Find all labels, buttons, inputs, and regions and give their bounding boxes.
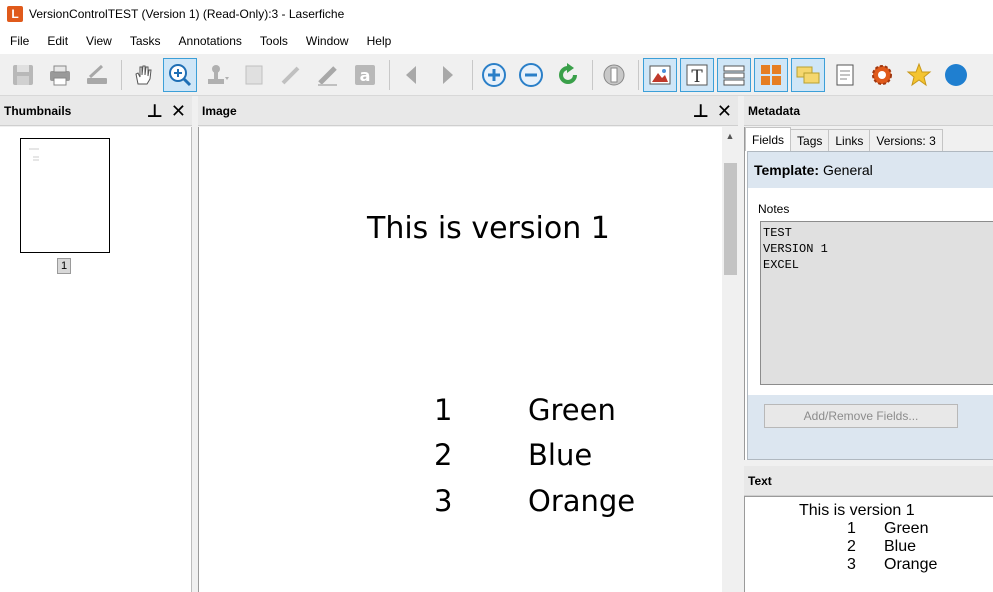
metadata-pane: Fields Tags Links Versions: 3 Template: … bbox=[744, 127, 993, 460]
text-row-label: Blue bbox=[884, 538, 917, 555]
text-row-number: 3 bbox=[847, 556, 856, 573]
tab-fields[interactable]: Fields bbox=[745, 127, 792, 151]
thumbnail-view-icon[interactable] bbox=[597, 58, 631, 92]
toolbar-separator bbox=[472, 59, 473, 90]
toolbar-separator bbox=[389, 59, 390, 90]
sticky-note-icon[interactable] bbox=[237, 58, 271, 92]
metadata-pane-icon[interactable] bbox=[717, 57, 751, 92]
scrollbar-thumb[interactable] bbox=[724, 163, 737, 275]
thumbnails-header: Thumbnails ⊥ ✕ bbox=[0, 96, 192, 126]
thumbnails-title: Thumbnails bbox=[4, 103, 72, 118]
stamp-icon[interactable] bbox=[200, 58, 234, 92]
pan-hand-icon[interactable] bbox=[126, 58, 160, 92]
scanner-icon[interactable] bbox=[80, 58, 114, 92]
menu-annotations[interactable]: Annotations bbox=[170, 28, 251, 54]
document-row-label: Blue bbox=[528, 438, 593, 472]
pin-icon[interactable]: ⊥ bbox=[692, 101, 708, 121]
thumbnail-page-number: 1 bbox=[57, 258, 71, 274]
laserfiche-app-icon: L bbox=[7, 6, 23, 22]
scroll-up-arrow-icon[interactable]: ▲ bbox=[722, 131, 738, 143]
image-header: Image ⊥ ✕ bbox=[198, 96, 738, 126]
refresh-icon[interactable] bbox=[551, 58, 585, 92]
tab-tags[interactable]: Tags bbox=[790, 129, 830, 151]
zoom-in-icon[interactable] bbox=[477, 58, 511, 92]
svg-text:T: T bbox=[691, 67, 703, 87]
menu-help[interactable]: Help bbox=[358, 28, 401, 54]
main-toolbar: a T bbox=[0, 54, 993, 96]
document-row-label: Orange bbox=[528, 484, 636, 518]
previous-page-icon[interactable] bbox=[394, 58, 428, 92]
tab-links[interactable]: Links bbox=[828, 129, 871, 151]
menu-view[interactable]: View bbox=[77, 28, 121, 54]
fields-area: Notes TEST VERSION 1 EXCEL bbox=[748, 188, 993, 395]
document-row-number: 2 bbox=[434, 438, 453, 472]
next-page-icon[interactable] bbox=[431, 58, 465, 92]
text-title: Text bbox=[748, 473, 772, 488]
text-row-label: Orange bbox=[884, 556, 938, 573]
window-title: VersionControlTEST (Version 1) (Read-Onl… bbox=[29, 7, 345, 21]
menu-edit[interactable]: Edit bbox=[38, 28, 77, 54]
title-bar: L VersionControlTEST (Version 1) (Read-O… bbox=[0, 0, 993, 28]
metadata-header: Metadata bbox=[744, 96, 993, 126]
text-row-label: Green bbox=[884, 520, 929, 537]
text-header: Text bbox=[744, 466, 993, 496]
text-row-number: 1 bbox=[847, 520, 856, 537]
menu-bar: File Edit View Tasks Annotations Tools W… bbox=[0, 28, 993, 54]
image-pane-icon[interactable] bbox=[643, 57, 677, 92]
favorites-star-icon[interactable] bbox=[902, 58, 936, 92]
menu-window[interactable]: Window bbox=[297, 28, 358, 54]
document-row-label: Green bbox=[528, 393, 616, 427]
template-line: Template: General bbox=[754, 162, 873, 178]
thumbnails-pane: 1 bbox=[0, 127, 192, 592]
toolbar-separator bbox=[592, 59, 593, 90]
close-icon[interactable]: ✕ bbox=[171, 101, 186, 121]
document-heading: This is version 1 bbox=[367, 211, 610, 246]
metadata-title: Metadata bbox=[748, 103, 801, 118]
help-icon[interactable] bbox=[939, 58, 973, 92]
close-icon[interactable]: ✕ bbox=[717, 101, 732, 121]
metadata-tabs: Fields Tags Links Versions: 3 bbox=[745, 127, 993, 151]
settings-icon[interactable] bbox=[865, 58, 899, 92]
fields-panel: Template: General Notes TEST VERSION 1 E… bbox=[747, 151, 993, 460]
image-title: Image bbox=[202, 103, 237, 118]
menu-tools[interactable]: Tools bbox=[251, 28, 297, 54]
zoom-marquee-icon[interactable] bbox=[163, 57, 197, 92]
template-label: Template: bbox=[754, 162, 820, 178]
print-icon[interactable] bbox=[43, 58, 77, 92]
thumbnail-preview bbox=[29, 148, 39, 161]
image-pane: This is version 1 1 Green 2 Blue 3 Orang… bbox=[198, 127, 738, 592]
text-box-icon[interactable]: a bbox=[348, 58, 382, 92]
toolbar-separator bbox=[121, 59, 122, 90]
pin-icon[interactable]: ⊥ bbox=[146, 101, 162, 121]
menu-tasks[interactable]: Tasks bbox=[121, 28, 170, 54]
add-remove-fields-button[interactable]: Add/Remove Fields... bbox=[764, 404, 958, 428]
template-value[interactable]: General bbox=[823, 162, 873, 178]
save-icon[interactable] bbox=[6, 58, 40, 92]
toolbar-separator bbox=[638, 59, 639, 90]
notes-field[interactable]: TEST VERSION 1 EXCEL bbox=[760, 221, 993, 385]
svg-text:a: a bbox=[360, 66, 371, 85]
tab-versions[interactable]: Versions: 3 bbox=[869, 129, 943, 151]
image-scrollbar[interactable]: ▲ bbox=[722, 127, 738, 592]
text-pane-icon[interactable]: T bbox=[680, 57, 714, 92]
text-heading: This is version 1 bbox=[799, 502, 915, 519]
thumbnails-pane-icon[interactable] bbox=[754, 57, 788, 92]
document-row-number: 3 bbox=[434, 484, 453, 518]
document-row-number: 1 bbox=[434, 393, 453, 427]
pen-icon[interactable] bbox=[274, 58, 308, 92]
menu-file[interactable]: File bbox=[0, 28, 38, 54]
highlighter-icon[interactable] bbox=[311, 58, 345, 92]
notes-label: Notes bbox=[758, 202, 790, 216]
zoom-out-icon[interactable] bbox=[514, 58, 548, 92]
page-thumbnail[interactable] bbox=[20, 138, 110, 253]
text-pane[interactable]: This is version 1 1 Green 2 Blue 3 Orang… bbox=[744, 496, 993, 592]
annotations-pane-icon[interactable] bbox=[791, 57, 825, 92]
document-properties-icon[interactable] bbox=[828, 58, 862, 92]
text-row-number: 2 bbox=[847, 538, 856, 555]
